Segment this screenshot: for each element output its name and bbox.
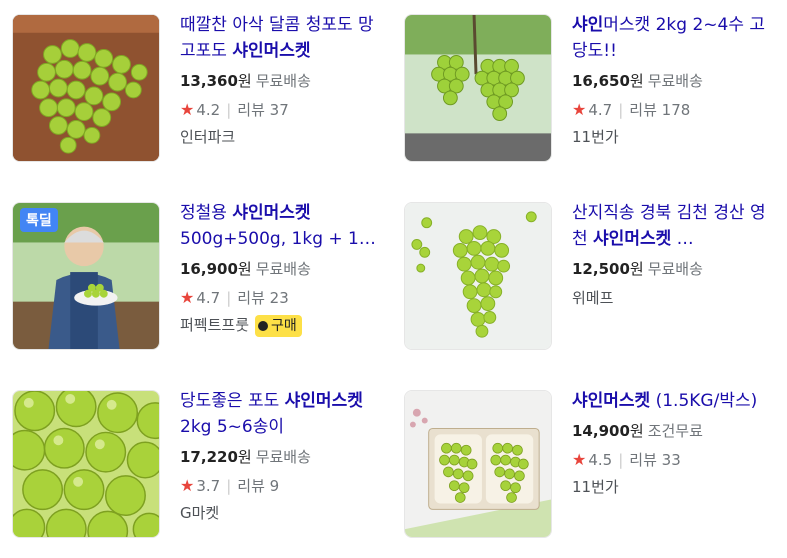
currency-label: 원 — [629, 422, 644, 440]
product-image[interactable] — [404, 14, 552, 162]
review-label: 리뷰 — [237, 477, 265, 495]
product-price: 14,900 — [572, 422, 630, 440]
shipping-label: 무료배송 — [647, 72, 703, 90]
deal-badge: 톡딜 — [20, 208, 58, 232]
product-title[interactable]: 샤인머스켓 (1.5KG/박스) — [572, 388, 777, 414]
review-count: 37 — [269, 101, 289, 119]
divider: | — [226, 477, 232, 495]
rating-value: 4.2 — [196, 101, 221, 119]
review-count: 23 — [269, 289, 289, 307]
product-card[interactable]: 당도좋은 포도 샤인머스켓 2kg 5~6송이 17,220원 무료배송 ★ 3.7… — [0, 376, 380, 538]
currency-label: 원 — [237, 72, 252, 90]
chat-icon — [258, 321, 269, 331]
product-price: 17,220 — [180, 448, 238, 466]
review-label: 리뷰 — [237, 289, 265, 307]
shipping-label: 무료배송 — [255, 72, 311, 90]
product-title[interactable]: 정철용 샤인머스켓 500g+500g, 1kg + 1kg 2… — [180, 200, 385, 252]
product-title[interactable]: 산지직송 경북 김천 경산 영천 샤인머스켓 … — [572, 200, 777, 252]
shipping-label: 무료배송 — [255, 448, 311, 466]
rating-value: 4.5 — [588, 451, 613, 469]
review-count: 9 — [269, 477, 280, 495]
rating-value: 4.7 — [588, 101, 613, 119]
seller-name[interactable]: 인터파크 — [180, 127, 385, 147]
review-count: 33 — [661, 451, 681, 469]
product-image[interactable] — [404, 390, 552, 538]
star-icon: ★ — [572, 450, 587, 469]
star-icon: ★ — [180, 476, 195, 495]
product-title[interactable]: 당도좋은 포도 샤인머스켓 2kg 5~6송이 — [180, 388, 385, 440]
divider: | — [226, 101, 232, 119]
product-image[interactable] — [12, 390, 160, 538]
star-icon: ★ — [180, 288, 195, 307]
currency-label: 원 — [629, 260, 644, 278]
shipping-label: 무료배송 — [255, 260, 311, 278]
divider: | — [618, 101, 624, 119]
seller-name[interactable]: 11번가 — [572, 477, 777, 497]
review-count: 178 — [661, 101, 691, 119]
shipping-label: 무료배송 — [647, 260, 703, 278]
product-card[interactable]: 샤인머스켓 (1.5KG/박스) 14,900원 조건무료 ★ 4.5 | 리뷰 33 … — [392, 376, 772, 538]
currency-label: 원 — [237, 448, 252, 466]
shipping-label: 조건무료 — [647, 422, 703, 440]
seller-name[interactable]: 11번가 — [572, 127, 777, 147]
product-price: 12,500 — [572, 260, 630, 278]
seller-name[interactable]: 퍼펙트프룻 — [180, 316, 249, 334]
review-label: 리뷰 — [629, 101, 657, 119]
product-image[interactable] — [12, 14, 160, 162]
product-price: 16,650 — [572, 72, 630, 90]
product-image[interactable] — [404, 202, 552, 350]
divider: | — [226, 289, 232, 307]
product-card[interactable]: 산지직송 경북 김천 경산 영천 샤인머스켓 … 12,500원 무료배송 위메프 — [392, 188, 772, 350]
product-price: 16,900 — [180, 260, 238, 278]
review-label: 리뷰 — [237, 101, 265, 119]
star-icon: ★ — [180, 100, 195, 119]
currency-label: 원 — [237, 260, 252, 278]
rating-value: 4.7 — [196, 289, 221, 307]
review-label: 리뷰 — [629, 451, 657, 469]
currency-label: 원 — [629, 72, 644, 90]
product-card[interactable]: 때깔찬 아삭 달콤 청포도 망고포도 샤인머스켓 13,360원 무료배송 ★ 4.… — [0, 0, 380, 162]
product-card[interactable]: 톡딜 정철용 샤인머스켓 500g+500g, 1kg + 1kg 2… 16,… — [0, 188, 380, 350]
divider: | — [618, 451, 624, 469]
product-title[interactable]: 샤인머스캣 2kg 2~4수 고당도!! — [572, 12, 777, 64]
rating-value: 3.7 — [196, 477, 221, 495]
buy-badge[interactable]: 구매 — [255, 315, 302, 337]
seller-name[interactable]: 위메프 — [572, 288, 777, 308]
product-card[interactable]: 샤인머스캣 2kg 2~4수 고당도!! 16,650원 무료배송 ★ 4.7 | 리뷰… — [392, 0, 772, 162]
star-icon: ★ — [572, 100, 587, 119]
product-title[interactable]: 때깔찬 아삭 달콤 청포도 망고포도 샤인머스켓 — [180, 12, 385, 64]
seller-name[interactable]: G마켓 — [180, 503, 385, 523]
product-price: 13,360 — [180, 72, 238, 90]
